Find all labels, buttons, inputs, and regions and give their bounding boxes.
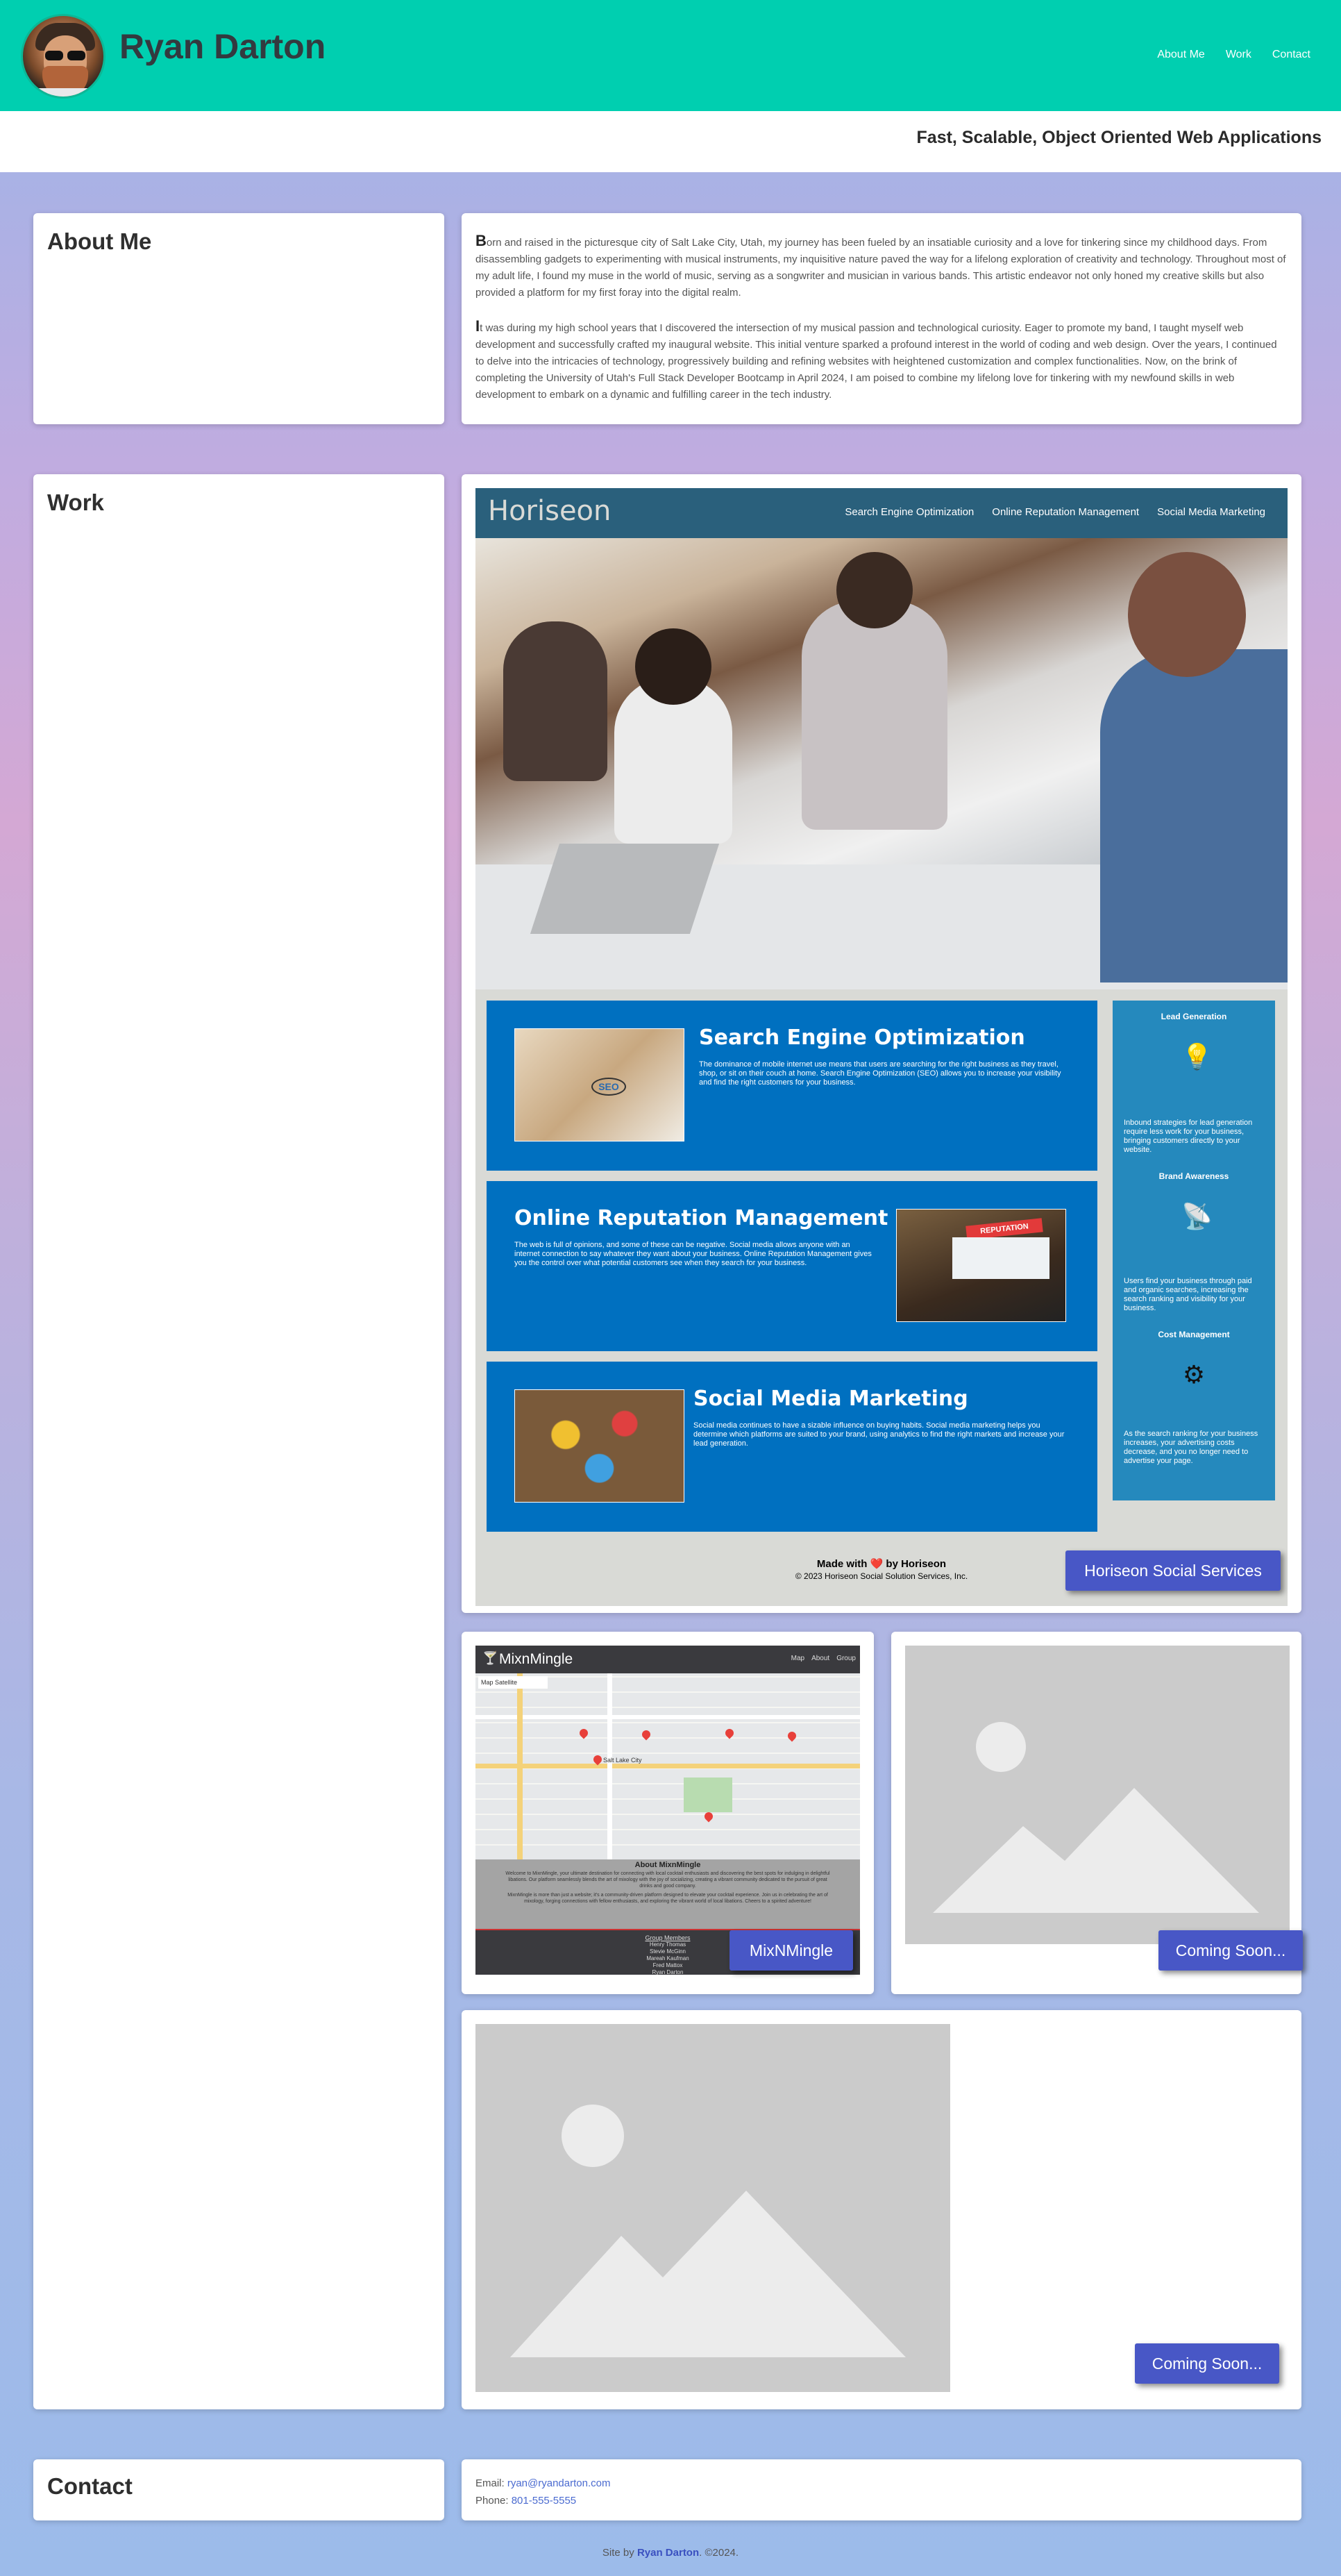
horiseon-benefits: Lead Generation 💡 Inbound strategies for…	[1113, 1001, 1275, 1500]
mixnmingle-nav-item: Group	[836, 1655, 856, 1662]
contact-content-card: Email: ryan@ryandarton.com Phone: 801-55…	[462, 2459, 1301, 2520]
mixnmingle-map: Map Satellite Salt Lake City	[475, 1673, 860, 1859]
orm-image: REPUTATION	[896, 1209, 1066, 1322]
project-card-horiseon: Horiseon Search Engine Optimization Onli…	[462, 474, 1301, 1613]
tagline: Fast, Scalable, Object Oriented Web Appl…	[916, 128, 1322, 147]
mixnmingle-navbar: 🍸 MixnMingle Map About Group	[475, 1646, 860, 1673]
coming-soon-button[interactable]: Coming Soon...	[1158, 1930, 1303, 1971]
seo-title: Search Engine Optimization	[699, 1026, 1025, 1050]
mixnmingle-logo: MixnMingle	[499, 1651, 573, 1667]
horiseon-nav-item: Search Engine Optimization	[845, 506, 975, 518]
mixnmingle-nav-item: Map	[791, 1655, 805, 1662]
benefit-text: Inbound strategies for lead generation r…	[1124, 1119, 1253, 1154]
horiseon-nav: Search Engine Optimization Online Reputa…	[845, 506, 1265, 518]
contact-heading-card: Contact	[33, 2459, 444, 2520]
horiseon-navbar: Horiseon Search Engine Optimization Onli…	[475, 488, 1288, 538]
phone-link[interactable]: 801-555-5555	[512, 2495, 576, 2507]
coming-soon-button[interactable]: Coming Soon...	[1135, 2343, 1279, 2384]
benefit-title: Cost Management	[1158, 1330, 1230, 1339]
placeholder-image-icon	[475, 2024, 950, 2392]
project-card-coming-soon: Coming Soon...	[462, 2010, 1301, 2409]
email-label: Email:	[475, 2477, 507, 2489]
horiseon-screenshot: Horiseon Search Engine Optimization Onli…	[475, 488, 1288, 1606]
mixnmingle-nav-item: About	[811, 1655, 830, 1662]
about-title: About Me	[47, 228, 152, 254]
project-card-mixnmingle: 🍸 MixnMingle Map About Group Map Satelli…	[462, 1632, 874, 1994]
horiseon-nav-item: Social Media Marketing	[1157, 506, 1265, 518]
site-title: Ryan Darton	[119, 27, 326, 66]
contact-info: Email: ryan@ryandarton.com Phone: 801-55…	[475, 2475, 610, 2509]
nav-link-about[interactable]: About Me	[1157, 49, 1204, 61]
horiseon-hero-image	[475, 538, 1288, 989]
horiseon-seo-block: SEO Search Engine Optimization The domin…	[487, 1001, 1097, 1171]
map-city-label: Salt Lake City	[603, 1757, 642, 1764]
tagline-bar: Fast, Scalable, Object Oriented Web Appl…	[0, 111, 1341, 172]
orm-title: Online Reputation Management	[514, 1206, 888, 1230]
cocktail-glass-icon: 🍸	[482, 1651, 498, 1665]
main-nav: About Me Work Contact	[1157, 49, 1310, 61]
lightbulb-icon: 💡	[1181, 1042, 1213, 1071]
work-heading-card: Work	[33, 474, 444, 2409]
work-title: Work	[47, 490, 104, 515]
horiseon-nav-item: Online Reputation Management	[992, 506, 1140, 518]
benefit-title: Lead Generation	[1161, 1012, 1227, 1021]
mixnmingle-nav: Map About Group	[791, 1655, 856, 1662]
smm-text: Social media continues to have a sizable…	[693, 1421, 1065, 1448]
mixnmingle-project-button[interactable]: MixNMingle	[729, 1930, 853, 1971]
horiseon-project-button[interactable]: Horiseon Social Services	[1065, 1550, 1281, 1591]
horiseon-logo: Horiseon	[488, 495, 612, 527]
benefit-text: Users find your business through paid an…	[1124, 1277, 1252, 1312]
project-card-coming-soon: Coming Soon...	[891, 1632, 1303, 1994]
about-paragraph: It was during my high school years that …	[475, 317, 1277, 401]
placeholder-image-icon	[905, 1646, 1290, 1944]
nav-link-contact[interactable]: Contact	[1272, 49, 1310, 61]
footer-prefix: Site by	[602, 2547, 637, 2559]
seo-text: The dominance of mobile internet use mea…	[699, 1060, 1061, 1087]
horiseon-smm-block: Social Media Marketing Social media cont…	[487, 1362, 1097, 1532]
mixnmingle-about-text: Welcome to MixnMingle, your ultimate des…	[505, 1871, 830, 1889]
contact-title: Contact	[47, 2473, 133, 2499]
mixnmingle-screenshot: 🍸 MixnMingle Map About Group Map Satelli…	[475, 1646, 860, 1975]
site-header: Ryan Darton About Me Work Contact	[0, 0, 1341, 111]
nav-link-work[interactable]: Work	[1226, 49, 1251, 61]
benefit-text: As the search ranking for your business …	[1124, 1430, 1258, 1465]
mixnmingle-about: About MixnMingle Welcome to MixnMingle, …	[475, 1859, 860, 1929]
mixnmingle-about-title: About MixnMingle	[634, 1861, 701, 1869]
avatar	[21, 14, 106, 99]
phone-label: Phone:	[475, 2495, 512, 2507]
about-heading-card: About Me	[33, 213, 444, 424]
footer-suffix: . ©2024.	[699, 2547, 739, 2559]
orm-text: The web is full of opinions, and some of…	[514, 1241, 872, 1267]
about-paragraph: Born and raised in the picturesque city …	[475, 232, 1286, 299]
about-text: Born and raised in the picturesque city …	[475, 233, 1286, 420]
email-link[interactable]: ryan@ryandarton.com	[507, 2477, 611, 2489]
footer-author-link[interactable]: Ryan Darton	[637, 2547, 699, 2559]
about-content-card: Born and raised in the picturesque city …	[462, 213, 1301, 424]
gear-money-icon: ⚙	[1182, 1360, 1206, 1389]
mixnmingle-about-text: MixnMingle is more than just a website; …	[507, 1893, 828, 1904]
broadcast-icon: 📡	[1181, 1202, 1213, 1230]
horiseon-orm-block: Online Reputation Management The web is …	[487, 1181, 1097, 1351]
seo-image: SEO	[514, 1028, 684, 1141]
map-tabs: Map Satellite	[478, 1676, 548, 1689]
benefit-title: Brand Awareness	[1158, 1171, 1229, 1181]
smm-image	[514, 1389, 684, 1503]
smm-title: Social Media Marketing	[693, 1387, 968, 1411]
site-footer: Site by Ryan Darton. ©2024.	[0, 2547, 1341, 2559]
